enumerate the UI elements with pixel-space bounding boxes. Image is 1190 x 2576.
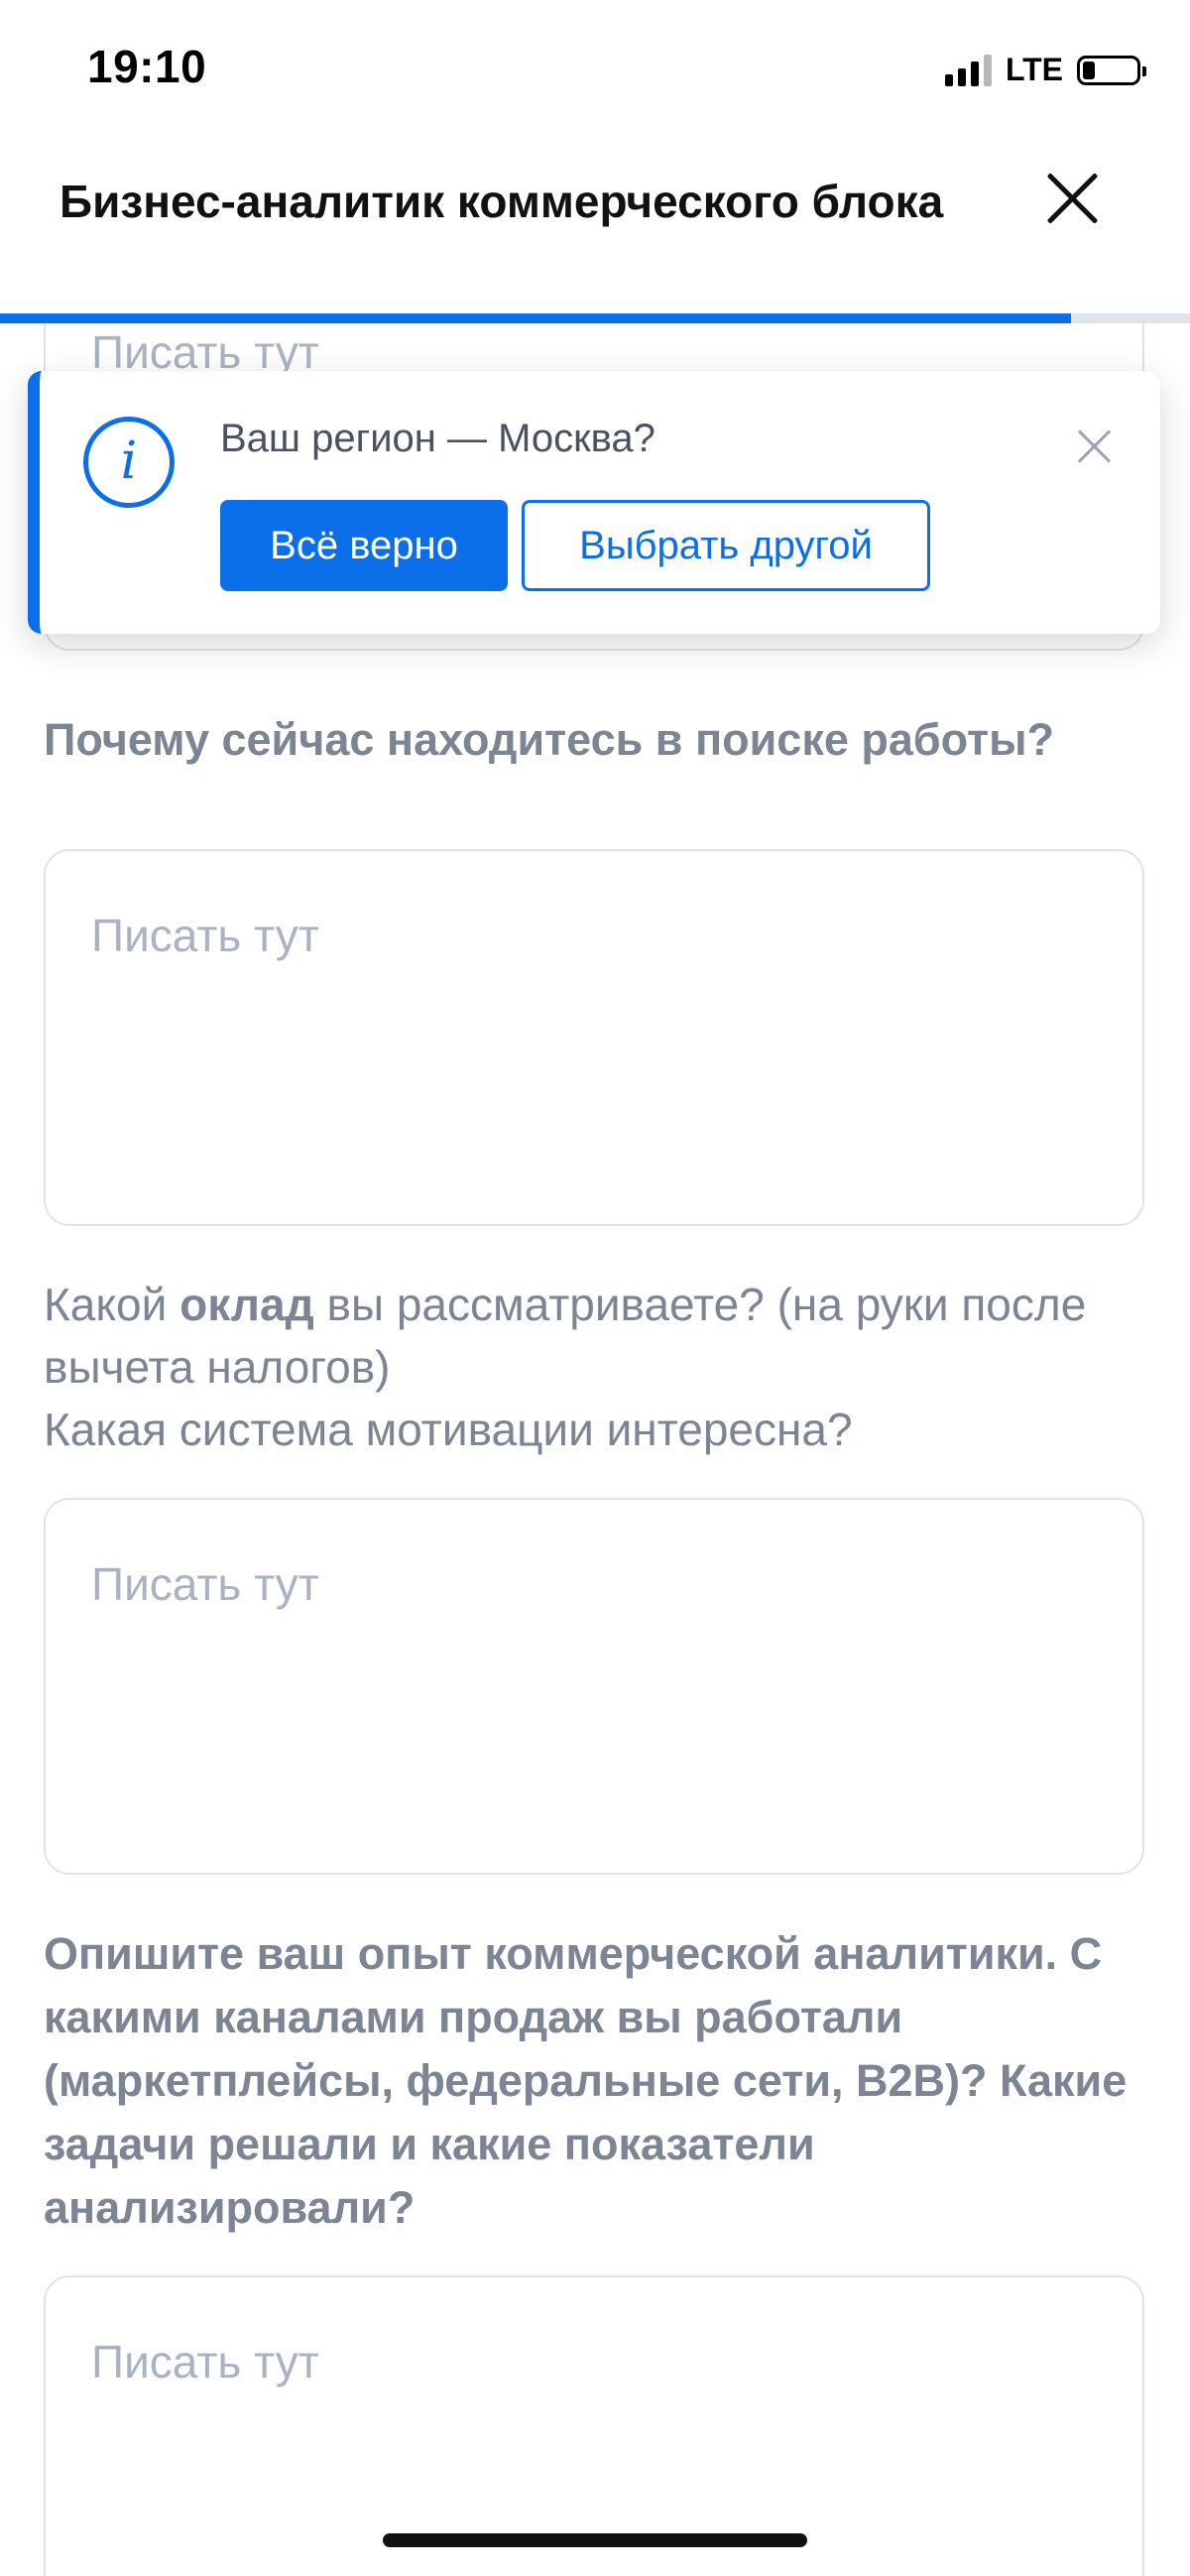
question-salary: Какой оклад вы рассматриваете? (на руки … bbox=[44, 1274, 1134, 1461]
info-icon: i bbox=[83, 417, 175, 508]
question-motivation: Какая система мотивации интересна? bbox=[44, 1404, 853, 1455]
question-experience: Опишите ваш опыт коммерческой аналитики.… bbox=[44, 1928, 1128, 2233]
progress-fill bbox=[0, 313, 1071, 323]
choose-other-region-button[interactable]: Выбрать другой bbox=[522, 500, 930, 591]
status-indicators: LTE bbox=[944, 52, 1146, 88]
textarea-placeholder: Писать тут bbox=[91, 910, 319, 961]
toast-message: Ваш регион — Москва? bbox=[220, 417, 655, 460]
confirm-region-button[interactable]: Всё верно bbox=[220, 500, 508, 591]
textarea-placeholder: Писать тут bbox=[91, 1558, 319, 1610]
progress-bar bbox=[0, 313, 1190, 323]
status-bar: 19:10 LTE bbox=[0, 0, 1190, 139]
region-toast: i Ваш регион — Москва? Всё верно Выбрать… bbox=[28, 371, 1160, 634]
textarea-job-search-reason[interactable]: Писать тут bbox=[44, 849, 1144, 1226]
question-job-search-reason: Почему сейчас находитесь в поиске работы… bbox=[44, 714, 1055, 765]
textarea-salary[interactable]: Писать тут bbox=[44, 1498, 1144, 1875]
status-time: 19:10 bbox=[87, 41, 207, 92]
page-title: Бизнес-аналитик коммерческого блока bbox=[60, 176, 944, 227]
form-content: Писать тут Почему сейчас находитесь в по… bbox=[0, 323, 1190, 2576]
header: Бизнес-аналитик коммерческого блока bbox=[0, 139, 1190, 307]
close-icon[interactable] bbox=[1043, 169, 1103, 228]
question-salary-part1: Какой bbox=[44, 1279, 180, 1330]
textarea-experience[interactable]: Писать тут bbox=[44, 2275, 1144, 2576]
toast-close-icon[interactable] bbox=[1077, 429, 1113, 464]
question-salary-bold: оклад bbox=[179, 1279, 314, 1330]
battery-icon bbox=[1077, 55, 1146, 85]
textarea-placeholder: Писать тут bbox=[91, 2336, 319, 2388]
signal-icon bbox=[944, 54, 992, 86]
network-label: LTE bbox=[1005, 52, 1063, 87]
home-indicator bbox=[383, 2533, 807, 2547]
